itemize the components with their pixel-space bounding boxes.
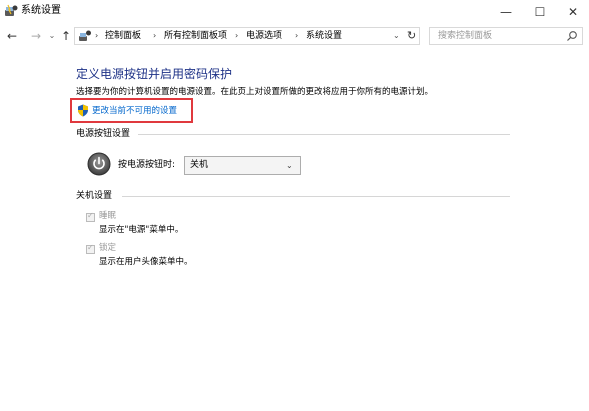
search-box[interactable]: 搜索控制面板 xyxy=(429,27,583,45)
checkmark-icon: ✓ xyxy=(87,211,94,220)
window-title: 系统设置 xyxy=(21,5,61,16)
power-button-section-heading: 电源按钮设置 xyxy=(76,129,131,139)
breadcrumb-control-panel[interactable]: 控制面板 xyxy=(105,30,141,42)
checkmark-icon: ✓ xyxy=(87,243,94,252)
control-panel-icon xyxy=(79,30,91,41)
system-settings-window: 系统设置 — ☐ ✕ ← → ⌄ ↑ › 控制面板 › 所有控制面板项 › 电源… xyxy=(0,0,589,411)
power-button-action-value: 关机 xyxy=(190,160,209,170)
back-arrow-icon: ← xyxy=(6,29,18,43)
chevron-down-icon: ⌄ xyxy=(48,31,56,40)
lock-checkbox[interactable]: ✓ xyxy=(86,243,95,254)
address-dropdown-icon[interactable]: ⌄ xyxy=(393,30,400,42)
sleep-description: 显示在"电源"菜单中。 xyxy=(99,225,184,235)
breadcrumb-separator: › xyxy=(95,31,99,40)
section-divider xyxy=(122,196,510,197)
change-settings-highlight: 更改当前不可用的设置 xyxy=(70,98,193,123)
sleep-checkbox[interactable]: ✓ xyxy=(86,211,95,222)
maximize-icon: ☐ xyxy=(534,5,546,19)
recent-locations-button[interactable]: ⌄ xyxy=(45,28,59,44)
close-button[interactable]: ✕ xyxy=(556,0,589,24)
sleep-label: 睡眠 xyxy=(99,211,117,221)
uac-shield-icon xyxy=(78,104,88,117)
address-bar[interactable]: › 控制面板 › 所有控制面板项 › 电源选项 › 系统设置 ⌄ ↻ xyxy=(74,27,420,45)
search-icon[interactable] xyxy=(566,30,578,42)
minimize-icon: — xyxy=(500,5,512,19)
back-button[interactable]: ← xyxy=(5,28,19,44)
refresh-icon[interactable]: ↻ xyxy=(407,29,416,43)
minimize-button[interactable]: — xyxy=(489,0,523,24)
breadcrumb-separator: › xyxy=(295,31,299,40)
page-title: 定义电源按钮并启用密码保护 xyxy=(76,67,233,81)
power-button-icon xyxy=(87,152,111,176)
section-divider xyxy=(138,134,510,135)
shutdown-section-heading: 关机设置 xyxy=(76,191,113,201)
chevron-down-icon: ⌄ xyxy=(286,161,293,170)
forward-arrow-icon: → xyxy=(30,29,42,43)
breadcrumb-separator: › xyxy=(153,31,157,40)
search-input[interactable]: 搜索控制面板 xyxy=(438,31,492,42)
breadcrumb-separator: › xyxy=(235,31,239,40)
breadcrumb-system-settings[interactable]: 系统设置 xyxy=(306,30,342,42)
up-button[interactable]: ↑ xyxy=(59,28,73,44)
title-bar: 系统设置 — ☐ ✕ xyxy=(0,0,589,24)
breadcrumb-all-items[interactable]: 所有控制面板项 xyxy=(164,30,227,42)
up-arrow-icon: ↑ xyxy=(60,29,72,43)
page-description: 选择要为你的计算机设置的电源设置。在此页上对设置所做的更改将应用于你所有的电源计… xyxy=(76,87,434,97)
close-icon: ✕ xyxy=(567,5,579,19)
lock-label: 锁定 xyxy=(99,243,117,253)
power-options-icon xyxy=(5,4,18,16)
forward-button[interactable]: → xyxy=(29,28,43,44)
breadcrumb-power-options[interactable]: 电源选项 xyxy=(246,30,282,42)
power-button-label: 按电源按钮时: xyxy=(118,160,176,170)
change-unavailable-settings-link[interactable]: 更改当前不可用的设置 xyxy=(92,105,177,117)
navigation-bar: ← → ⌄ ↑ › 控制面板 › 所有控制面板项 › 电源选项 › 系统设置 ⌄ xyxy=(0,24,589,48)
lock-description: 显示在用户头像菜单中。 xyxy=(99,257,193,267)
power-button-action-select[interactable]: 关机 ⌄ xyxy=(184,156,301,175)
maximize-button[interactable]: ☐ xyxy=(523,0,557,24)
